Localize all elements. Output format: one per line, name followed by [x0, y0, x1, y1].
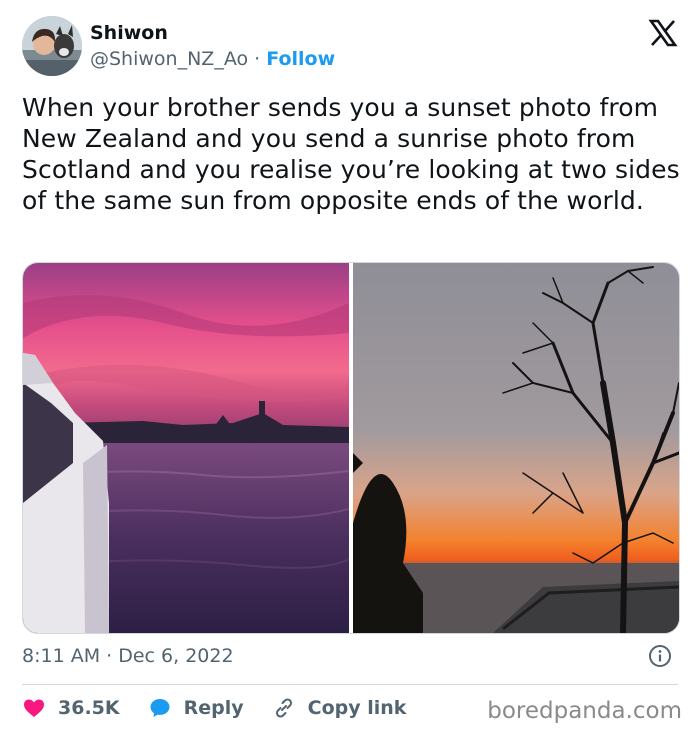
link-icon [275, 698, 292, 718]
copy-link-button[interactable]: Copy link [272, 696, 407, 720]
sunset-photo[interactable] [23, 263, 349, 633]
separator-dot: · [254, 48, 261, 70]
divider [22, 684, 678, 685]
author-info: Shiwon @Shiwon_NZ_Ao · Follow [90, 22, 335, 72]
watermark: boredpanda.com [487, 698, 682, 724]
handle-row: @Shiwon_NZ_Ao · Follow [90, 46, 335, 72]
user-handle[interactable]: @Shiwon_NZ_Ao [90, 48, 248, 70]
avatar[interactable] [22, 16, 82, 76]
reply-bubble-icon [150, 699, 170, 717]
tweet-timestamp[interactable]: 8:11 AM · Dec 6, 2022 [22, 645, 234, 667]
avatar-image [22, 16, 82, 76]
sunrise-image [353, 263, 679, 633]
timestamp-row: 8:11 AM · Dec 6, 2022 [22, 642, 678, 670]
reply-label: Reply [183, 697, 244, 719]
display-name[interactable]: Shiwon [90, 22, 335, 44]
tweet-text: When your brother sends you a sunset pho… [22, 93, 680, 215]
reply-button[interactable]: Reply [148, 696, 244, 720]
follow-button[interactable]: Follow [266, 48, 335, 70]
x-logo-icon[interactable] [648, 18, 678, 48]
likes-count: 36.5K [58, 697, 120, 719]
heart-icon [24, 699, 44, 717]
tweet-header: Shiwon @Shiwon_NZ_Ao · Follow [22, 16, 678, 80]
like-button[interactable]: 36.5K [22, 696, 120, 720]
sunrise-photo[interactable] [353, 263, 679, 633]
copy-link-label: Copy link [307, 697, 407, 719]
tweet-actions: 36.5K Reply Copy link [22, 694, 434, 722]
tweet-media[interactable] [22, 262, 680, 634]
info-icon[interactable] [648, 644, 672, 668]
sunset-image [23, 263, 349, 633]
